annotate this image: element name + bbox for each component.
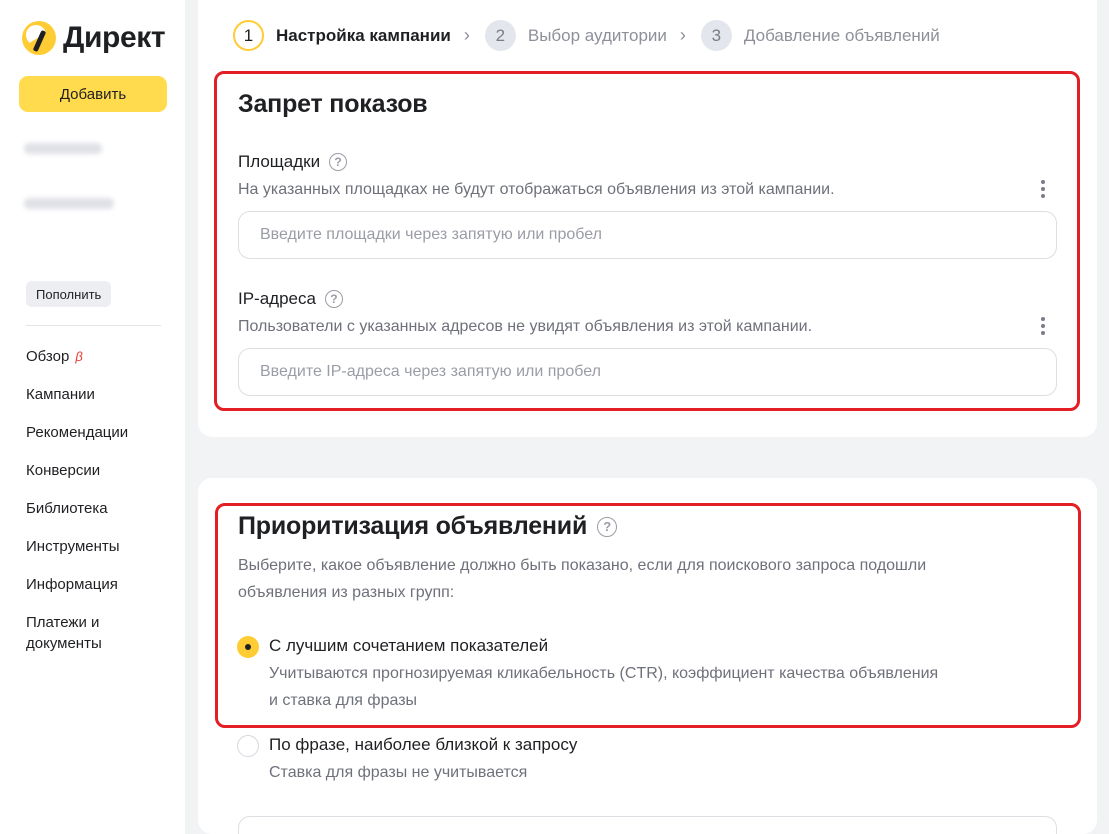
help-icon[interactable]: ? [324, 290, 343, 308]
ips-description: Пользователи с указанных адресов не увид… [238, 318, 813, 335]
ban-section-title: Запрет показов [238, 90, 428, 118]
more-options-icon[interactable] [1039, 178, 1047, 200]
sidebar-item-overview[interactable]: Обзор β [26, 346, 176, 367]
option-description: Ставка для фразы не учитывается [269, 764, 528, 781]
sites-input[interactable] [238, 211, 1057, 259]
option-title[interactable]: По фразе, наиболее близкой к запросу [269, 735, 577, 755]
chevron-right-icon: › [679, 25, 686, 45]
sidebar-nav: Обзор β Кампании Рекомендации Конверсии Б… [26, 346, 176, 671]
logo-text: Директ [63, 21, 166, 54]
step-ads[interactable]: 3 Добавление объявлений [700, 20, 940, 51]
add-button[interactable]: Добавить [19, 76, 167, 112]
step-label: Выбор аудитории [527, 25, 667, 45]
ips-input[interactable] [238, 348, 1057, 396]
ips-label: IP-адреса ? [238, 289, 343, 309]
radio-best-combination[interactable] [237, 636, 259, 658]
sidebar-divider [26, 325, 161, 326]
sidebar-item-tools[interactable]: Инструменты [26, 536, 176, 557]
chevron-right-icon: › [463, 25, 470, 45]
top-up-button[interactable]: Пополнить [26, 281, 112, 307]
sidebar-item-library[interactable]: Библиотека [26, 498, 176, 519]
priority-description-line: Выберите, какое объявление должно быть п… [238, 557, 927, 574]
step-audience[interactable]: 2 Выбор аудитории [484, 20, 667, 51]
beta-badge: β [75, 349, 83, 364]
radio-closest-phrase[interactable] [237, 735, 259, 757]
wizard-steps: 1 Настройка кампании › 2 Выбор аудитории… [233, 19, 940, 52]
sites-description: На указанных площадках не будут отобража… [238, 181, 835, 198]
sites-label: Площадки ? [238, 152, 348, 172]
sites-label-text: Площадки [238, 152, 321, 171]
blurred-nav-item[interactable] [24, 198, 114, 209]
sidebar-item-information[interactable]: Информация [26, 574, 176, 595]
sidebar: Директ Добавить Пополнить Обзор β Кампани… [0, 0, 185, 834]
more-options-icon[interactable] [1039, 315, 1047, 337]
sidebar-item-campaigns[interactable]: Кампании [26, 384, 176, 405]
help-icon[interactable]: ? [329, 153, 348, 171]
step-number: 1 [233, 20, 264, 51]
blurred-nav-item[interactable] [24, 143, 102, 154]
sidebar-item-label: Обзор [26, 348, 70, 365]
option-description-line: и ставка для фразы [269, 692, 418, 709]
step-number: 2 [484, 20, 516, 51]
ips-label-text: IP-адреса [238, 289, 316, 308]
sidebar-item-recommendations[interactable]: Рекомендации [26, 422, 176, 443]
option-description: Учитываются прогнозируемая кликабельност… [269, 660, 938, 714]
step-label: Добавление объявлений [743, 25, 940, 45]
sidebar-item-payments[interactable]: Платежи и документы [26, 612, 136, 654]
step-number: 3 [700, 20, 732, 51]
option-title[interactable]: С лучшим сочетанием показателей [269, 636, 548, 656]
direct-logo[interactable]: Директ [22, 18, 166, 58]
partial-input-field[interactable] [238, 816, 1057, 834]
yandex-logo-icon [22, 21, 56, 55]
sidebar-item-conversions[interactable]: Конверсии [26, 460, 176, 481]
step-campaign-settings[interactable]: 1 Настройка кампании [233, 20, 451, 51]
option-description-line: Учитываются прогнозируемая кликабельност… [269, 665, 939, 682]
step-label: Настройка кампании [276, 25, 451, 45]
help-icon[interactable]: ? [597, 516, 618, 537]
priority-section-title: Приоритизация объявлений ? [238, 512, 618, 541]
priority-description-line: объявления из разных групп: [238, 584, 455, 601]
priority-description: Выберите, какое объявление должно быть п… [238, 552, 926, 606]
priority-title-text: Приоритизация объявлений [238, 512, 588, 540]
